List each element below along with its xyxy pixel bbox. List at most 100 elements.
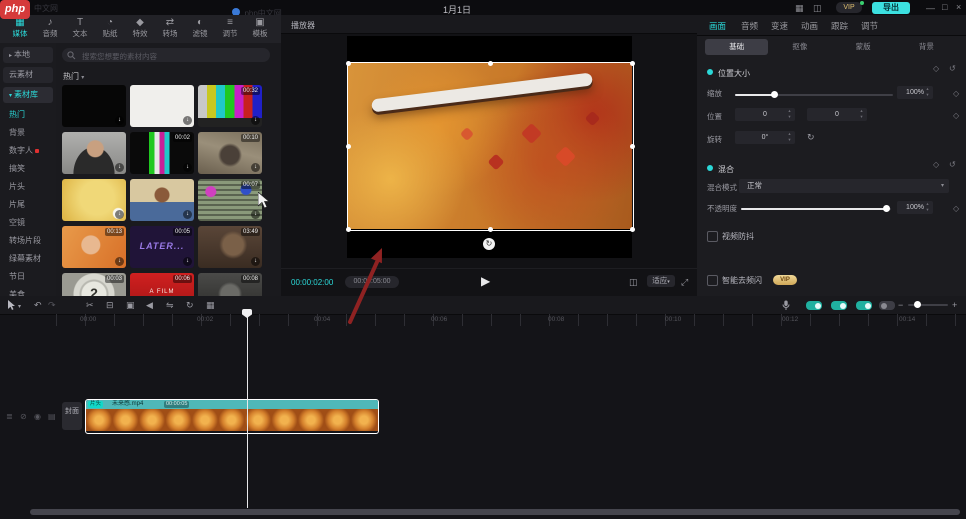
subtab-mask[interactable]: 蒙版: [832, 39, 895, 55]
timeline-zoom-thumb[interactable]: [914, 301, 921, 308]
nav-tab-effects[interactable]: ◆特效: [126, 17, 154, 41]
magnetic-snap-toggle[interactable]: [806, 301, 822, 310]
timeline-ruler[interactable]: [56, 314, 966, 326]
position-x-input[interactable]: 0▴▾: [735, 108, 795, 121]
chevron-down-icon[interactable]: ▾: [18, 301, 21, 313]
sidebar-item-broll[interactable]: 空镜: [3, 215, 53, 231]
select-tool-icon[interactable]: [8, 300, 16, 311]
split-icon[interactable]: ✂: [86, 299, 94, 311]
track-solo-icon[interactable]: ◉: [34, 412, 41, 421]
sidebar-item-transition-clips[interactable]: 转场片段: [3, 233, 53, 249]
timeline-scrollbar[interactable]: [30, 509, 960, 515]
freeze-frame-icon[interactable]: ▣: [126, 299, 135, 311]
track-mute-icon[interactable]: ⊘: [20, 412, 27, 421]
media-thumbnail[interactable]: 00:02↓: [130, 132, 194, 174]
media-thumbnail[interactable]: ↓: [62, 132, 126, 174]
keyframe-icon[interactable]: ◇: [933, 64, 939, 73]
sidebar-item-intro[interactable]: 片头: [3, 179, 53, 195]
crop-icon[interactable]: ▦: [206, 299, 215, 311]
track-collapse-icon[interactable]: ≣: [6, 412, 13, 421]
rotate-90-icon[interactable]: ↻: [807, 132, 815, 143]
media-thumbnail[interactable]: ↓: [130, 179, 194, 221]
media-thumbnail[interactable]: 200:03: [62, 273, 126, 296]
download-icon[interactable]: ↓: [251, 210, 260, 219]
sidebar-item-library[interactable]: ▾素材库: [3, 87, 53, 103]
download-icon[interactable]: ↓: [251, 257, 260, 266]
subtab-background[interactable]: 背景: [895, 39, 958, 55]
scale-slider-thumb[interactable]: [771, 91, 778, 98]
cover-button[interactable]: 封面: [62, 402, 82, 430]
keyframe-icon[interactable]: ◇: [953, 111, 959, 120]
subtab-basic[interactable]: 基础: [705, 39, 768, 55]
reset-icon[interactable]: ↺: [949, 64, 956, 73]
stepper-arrows[interactable]: ▴▾: [858, 108, 865, 121]
download-icon[interactable]: ↓: [251, 116, 260, 125]
opacity-value[interactable]: 100%▴▾: [897, 201, 933, 214]
media-thumbnail[interactable]: ↓: [130, 85, 194, 127]
sidebar-item-cloud[interactable]: 云素材: [3, 67, 53, 83]
reverse-icon[interactable]: ◀: [146, 299, 153, 311]
stepper-arrows[interactable]: ▴▾: [924, 201, 931, 214]
sidebar-item-greenscreen[interactable]: 绿幕素材: [3, 251, 53, 267]
mirror-icon[interactable]: ⇋: [166, 299, 174, 311]
download-icon[interactable]: ↓: [183, 257, 192, 266]
subtab-cutout[interactable]: 抠像: [768, 39, 831, 55]
tab-animation[interactable]: 动画: [801, 20, 818, 32]
sidebar-item-festival[interactable]: 节日: [3, 269, 53, 285]
zoom-out-icon[interactable]: −: [898, 299, 903, 311]
toggle-dot[interactable]: [707, 69, 713, 75]
nav-tab-transition[interactable]: ⇄转场: [156, 17, 184, 41]
stepper-arrows[interactable]: ▴▾: [786, 108, 793, 121]
media-thumbnail[interactable]: 00:08: [198, 273, 262, 296]
rotate-input[interactable]: 0°▴▾: [735, 131, 795, 144]
keyframe-icon[interactable]: ◇: [933, 160, 939, 169]
download-icon[interactable]: ↓: [183, 210, 192, 219]
tab-picture[interactable]: 画面: [709, 20, 726, 32]
nav-tab-filter[interactable]: ◐滤镜: [186, 17, 214, 41]
download-icon[interactable]: ↓: [115, 210, 124, 219]
download-icon[interactable]: ↓: [115, 116, 124, 125]
opacity-slider-thumb[interactable]: [883, 205, 890, 212]
media-thumbnail[interactable]: 00:32↓: [198, 85, 262, 127]
deflicker-checkbox[interactable]: [707, 275, 718, 286]
panel-layout-icon[interactable]: ◫: [813, 3, 822, 13]
link-toggle[interactable]: [831, 301, 847, 310]
reset-icon[interactable]: ↺: [949, 160, 956, 169]
playhead-line[interactable]: [247, 314, 248, 508]
category-group-label[interactable]: 热门 ▾: [63, 71, 84, 82]
undo-icon[interactable]: ↶: [34, 299, 42, 311]
position-y-input[interactable]: 0▴▾: [807, 108, 867, 121]
maximize-button[interactable]: □: [942, 2, 947, 12]
stabilize-checkbox[interactable]: [707, 231, 718, 242]
media-thumbnail[interactable]: ↓: [62, 179, 126, 221]
quality-icon[interactable]: ◫: [629, 277, 638, 288]
download-icon[interactable]: ↓: [183, 116, 192, 125]
sidebar-item-local[interactable]: ▸本地: [3, 47, 53, 63]
sidebar-item-hot[interactable]: 热门: [3, 107, 53, 123]
close-button[interactable]: ×: [956, 2, 961, 12]
sidebar-item-digital-human[interactable]: 数字人: [3, 143, 53, 159]
rotate-handle[interactable]: ↻: [483, 238, 495, 250]
video-clip[interactable]: 片头 未来感.mp4 00:00:05: [85, 399, 379, 434]
nav-tab-template[interactable]: ▣模板: [246, 17, 274, 41]
fit-dropdown[interactable]: 适应▾: [647, 275, 675, 287]
media-thumbnail[interactable]: 00:10↓: [198, 132, 262, 174]
vip-badge[interactable]: VIP: [836, 2, 862, 13]
nav-tab-media[interactable]: ▦媒体: [6, 17, 34, 41]
preview-axis-toggle[interactable]: [856, 301, 872, 310]
nav-tab-text[interactable]: T文本: [66, 17, 94, 41]
media-thumbnail[interactable]: LATER...00:05↓: [130, 226, 194, 268]
nav-tab-sticker[interactable]: ◔贴纸: [96, 17, 124, 41]
delete-icon[interactable]: ⊟: [106, 299, 114, 311]
download-icon[interactable]: ↓: [183, 163, 192, 172]
sidebar-item-funny[interactable]: 搞笑: [3, 161, 53, 177]
record-voiceover-icon[interactable]: [782, 300, 790, 311]
export-button[interactable]: 导出: [872, 2, 910, 14]
nav-tab-adjust[interactable]: ≡调节: [216, 17, 244, 41]
tab-tracking[interactable]: 跟踪: [831, 20, 848, 32]
stepper-arrows[interactable]: ▴▾: [786, 131, 793, 144]
media-thumbnail[interactable]: ↓: [62, 85, 126, 127]
sidebar-item-background[interactable]: 背景: [3, 125, 53, 141]
download-icon[interactable]: ↓: [115, 257, 124, 266]
fullscreen-icon[interactable]: ⤢: [681, 277, 688, 288]
